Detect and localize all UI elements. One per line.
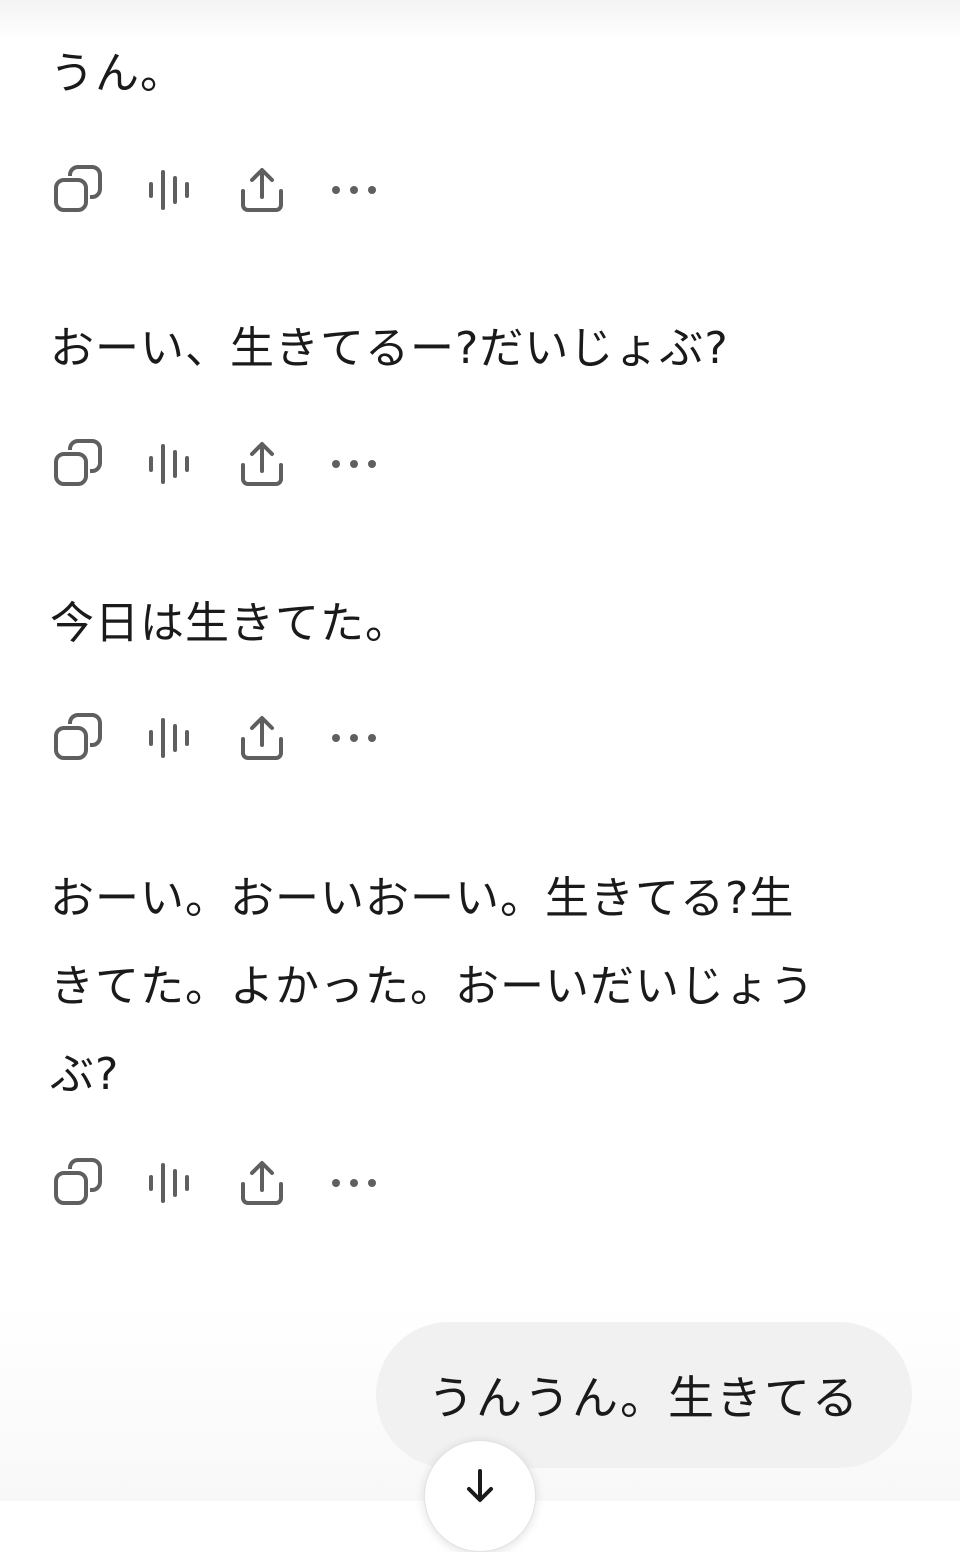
more-options-icon: [332, 734, 376, 742]
message-actions: [50, 436, 418, 492]
message-actions: [50, 162, 418, 218]
share-icon: [241, 442, 283, 486]
read-aloud-button[interactable]: [142, 710, 198, 766]
more-options-icon: [332, 1179, 376, 1187]
share-icon: [241, 1161, 283, 1205]
more-options-button[interactable]: [326, 710, 382, 766]
copy-button[interactable]: [50, 162, 106, 218]
user-message-text: うんうん。生きてる: [428, 1371, 860, 1425]
share-button[interactable]: [234, 710, 290, 766]
copy-icon: [54, 439, 102, 486]
copy-button[interactable]: [50, 436, 106, 492]
copy-button[interactable]: [50, 1155, 106, 1211]
scroll-to-bottom-button[interactable]: [424, 1440, 536, 1552]
assistant-message: おーい。おーいおーい。生きてる?生きてた。よかった。おーいだいじょうぶ?: [50, 873, 815, 1100]
voice-read-aloud-icon: [149, 444, 189, 484]
assistant-message: 今日は生きてた。: [50, 598, 410, 649]
voice-read-aloud-icon: [149, 718, 189, 758]
voice-read-aloud-icon: [149, 1163, 189, 1203]
more-options-button[interactable]: [326, 436, 382, 492]
assistant-message: おーい、生きてるー?だいじょぶ?: [50, 323, 729, 374]
arrow-down-icon: [467, 1469, 493, 1502]
more-options-icon: [332, 186, 376, 194]
share-button[interactable]: [234, 1155, 290, 1211]
more-options-button[interactable]: [326, 162, 382, 218]
copy-icon: [54, 1158, 102, 1205]
copy-icon: [54, 165, 102, 212]
share-icon: [241, 168, 283, 212]
assistant-message: うん。: [50, 48, 185, 99]
message-actions: [50, 710, 418, 766]
share-button[interactable]: [234, 436, 290, 492]
share-icon: [241, 716, 283, 760]
more-options-icon: [332, 460, 376, 468]
copy-icon: [54, 713, 102, 760]
read-aloud-button[interactable]: [142, 162, 198, 218]
share-button[interactable]: [234, 162, 290, 218]
read-aloud-button[interactable]: [142, 436, 198, 492]
read-aloud-button[interactable]: [142, 1155, 198, 1211]
copy-button[interactable]: [50, 710, 106, 766]
more-options-button[interactable]: [326, 1155, 382, 1211]
message-actions: [50, 1155, 418, 1211]
voice-read-aloud-icon: [149, 170, 189, 210]
